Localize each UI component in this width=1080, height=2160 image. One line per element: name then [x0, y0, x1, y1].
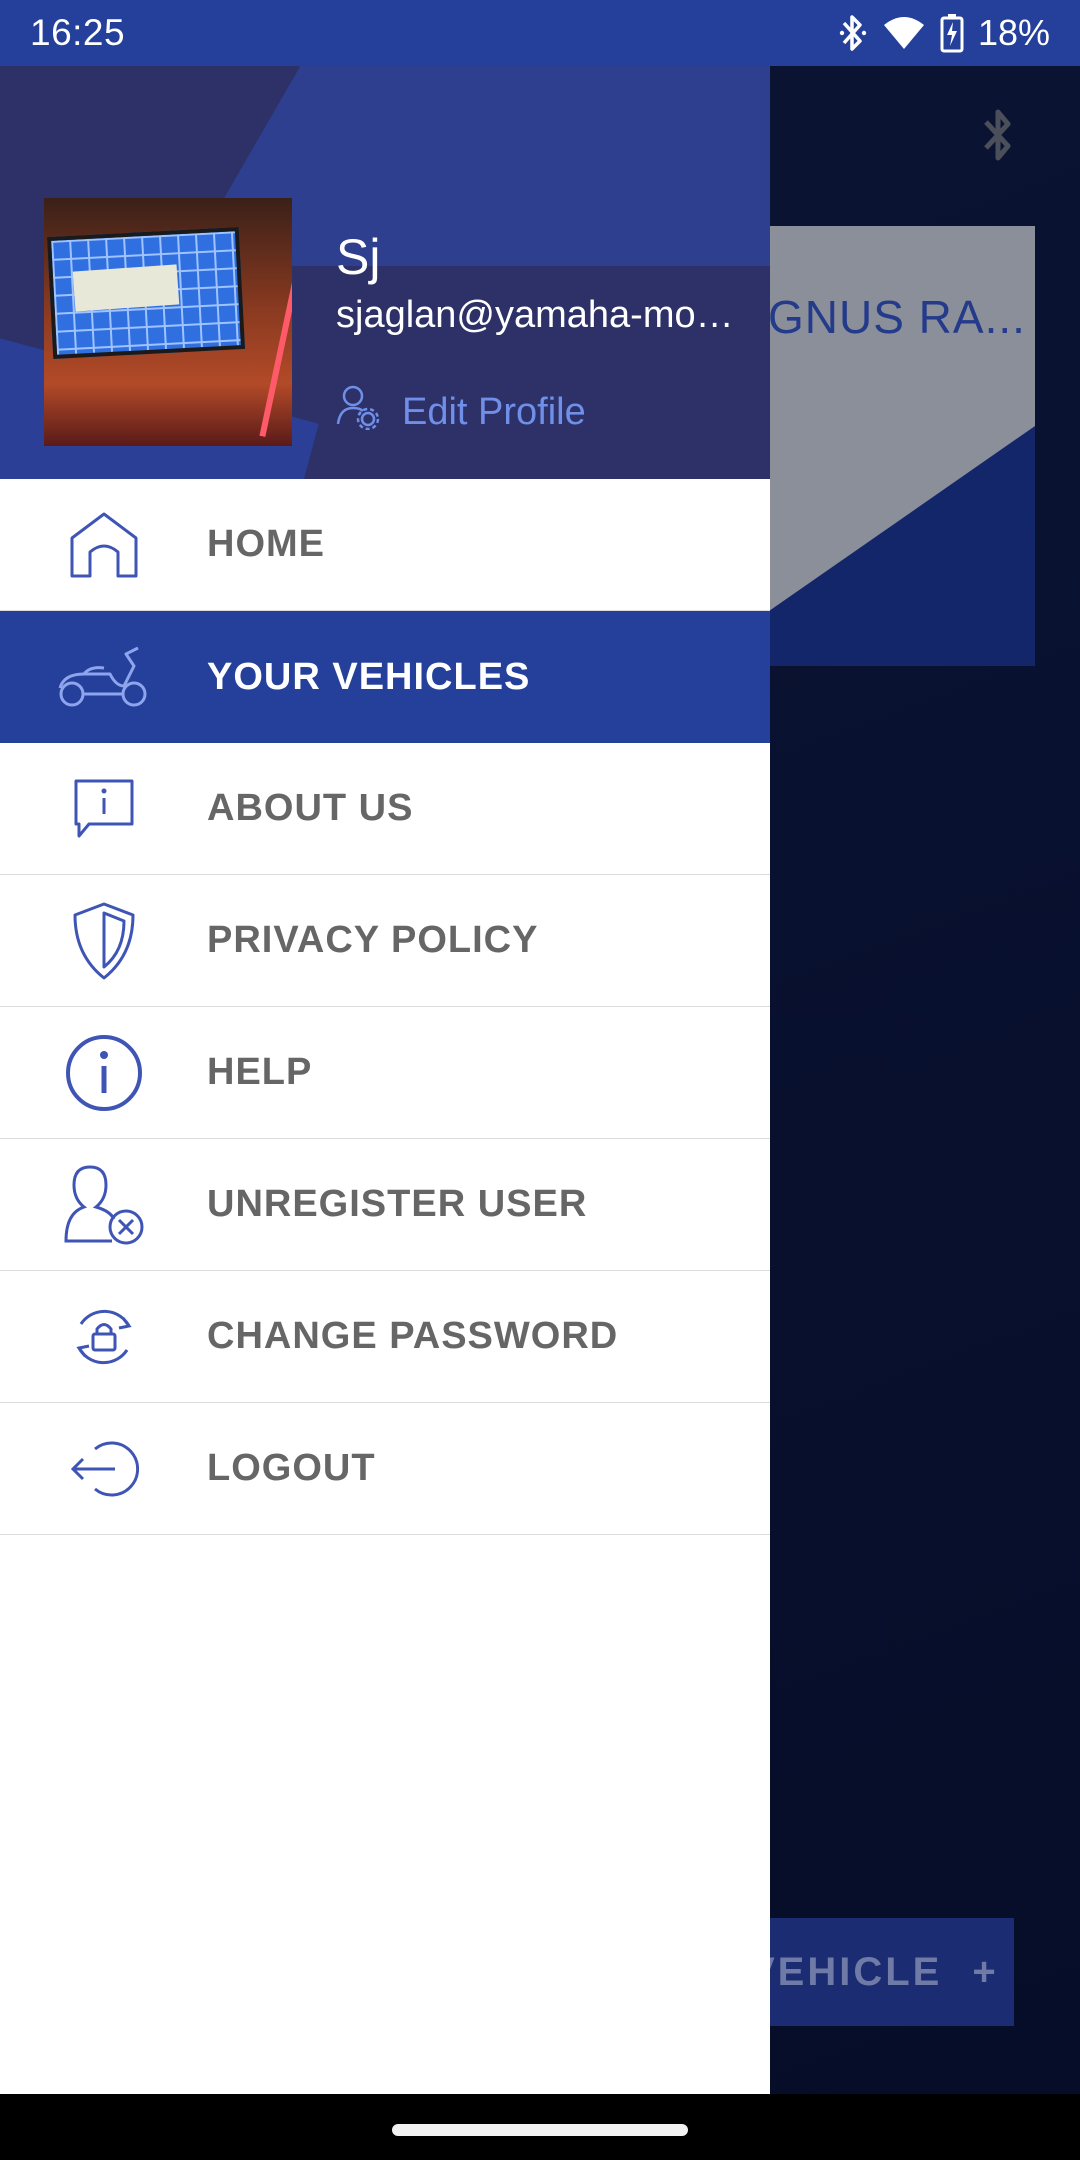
menu-item-label: UNREGISTER USER — [207, 1183, 588, 1225]
navigation-drawer: Sj sjaglan@yamaha-motor-india.com Edit P… — [0, 66, 770, 2094]
info-bubble-icon — [0, 743, 207, 875]
menu-item-label: LOGOUT — [207, 1447, 376, 1489]
menu-item-change-password[interactable]: CHANGE PASSWORD — [0, 1271, 770, 1403]
menu-item-help[interactable]: HELP — [0, 1007, 770, 1139]
battery-percent: 18% — [977, 12, 1050, 53]
menu-item-label: YOUR VEHICLES — [207, 655, 531, 698]
menu-item-logout[interactable]: LOGOUT — [0, 1403, 770, 1535]
menu-item-about-us[interactable]: ABOUT US — [0, 743, 770, 875]
drawer-menu: HOME YOUR VEHICLES ABOUT US PRIVACY POLI… — [0, 479, 770, 1535]
home-icon — [0, 479, 207, 611]
menu-item-label: CHANGE PASSWORD — [207, 1315, 619, 1357]
menu-item-label: PRIVACY POLICY — [207, 919, 539, 961]
menu-item-label: HOME — [207, 523, 325, 565]
battery-charging-icon — [940, 13, 964, 53]
status-icons: 18% — [838, 12, 1050, 54]
edit-profile-label: Edit Profile — [402, 390, 586, 433]
status-time: 16:25 — [30, 12, 126, 53]
status-bar: 16:25 18% — [0, 0, 1080, 66]
avatar[interactable] — [44, 198, 292, 446]
info-circle-icon — [0, 1007, 207, 1139]
vehicle-card-title: GNUS RA... — [768, 291, 1026, 343]
user-remove-icon — [0, 1139, 207, 1271]
menu-item-home[interactable]: HOME — [0, 479, 770, 611]
scooter-icon — [0, 611, 207, 743]
menu-item-your-vehicles[interactable]: YOUR VEHICLES — [0, 611, 770, 743]
add-vehicle-label: VEHICLE — [748, 1949, 943, 1994]
bluetooth-icon — [838, 13, 868, 53]
system-nav-bar — [0, 2094, 1080, 2160]
menu-item-privacy-policy[interactable]: PRIVACY POLICY — [0, 875, 770, 1007]
user-email: sjaglan@yamaha-motor-india.com — [336, 294, 736, 336]
logout-icon — [0, 1403, 207, 1535]
shield-icon — [0, 875, 207, 1007]
menu-item-label: ABOUT US — [207, 787, 414, 829]
edit-profile-link[interactable]: Edit Profile — [336, 384, 586, 440]
add-vehicle-button[interactable]: VEHICLE + — [730, 1918, 1014, 2026]
avatar-photo-note — [72, 264, 180, 312]
drawer-header: Sj sjaglan@yamaha-motor-india.com Edit P… — [0, 66, 770, 479]
menu-item-label: HELP — [207, 1051, 313, 1093]
menu-item-unregister-user[interactable]: UNREGISTER USER — [0, 1139, 770, 1271]
user-name: Sj — [336, 229, 381, 285]
home-gesture-handle[interactable] — [392, 2124, 688, 2136]
avatar-photo-light — [259, 279, 292, 437]
lock-refresh-icon — [0, 1271, 207, 1403]
wifi-icon — [882, 15, 926, 51]
bluetooth-icon[interactable] — [978, 106, 1018, 171]
user-settings-icon — [336, 384, 380, 440]
plus-icon: + — [972, 1949, 999, 1994]
